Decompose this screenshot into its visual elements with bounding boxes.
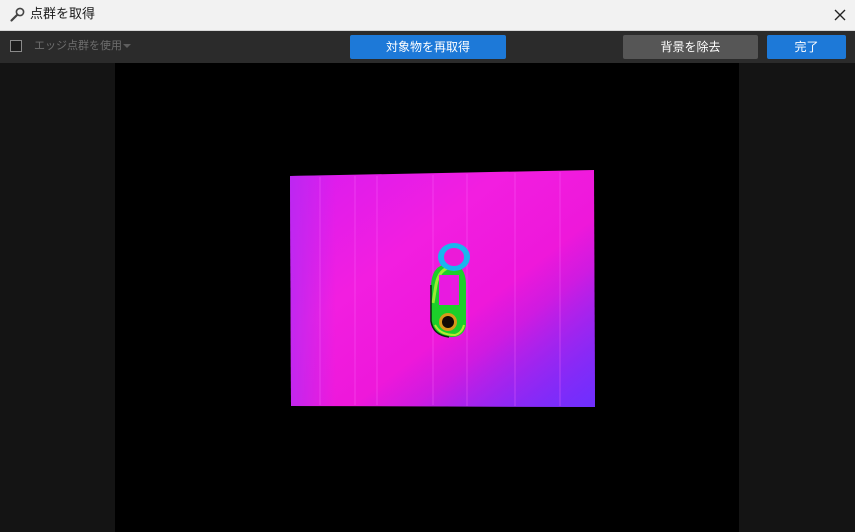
- title-bar: 点群を取得: [0, 0, 855, 31]
- point-cloud-image: [290, 170, 595, 407]
- viewport: [0, 63, 855, 532]
- close-icon: [834, 9, 846, 21]
- toolbar: エッジ点群を使用 対象物を再取得 背景を除去 完了: [0, 31, 855, 63]
- point-cloud-canvas[interactable]: [115, 63, 739, 532]
- close-button[interactable]: [825, 0, 855, 30]
- use-edge-label: エッジ点群を使用: [34, 39, 122, 52]
- recapture-object-button[interactable]: 対象物を再取得: [350, 35, 506, 59]
- done-button[interactable]: 完了: [767, 35, 846, 59]
- window-title: 点群を取得: [30, 7, 96, 22]
- point-cloud-dialog: 点群を取得 エッジ点群を使用 対象物を再取得 背景を除去 完了: [0, 0, 855, 532]
- use-edge-checkbox[interactable]: [10, 40, 22, 52]
- wrench-icon: [10, 7, 25, 22]
- chevron-down-icon[interactable]: [122, 42, 132, 50]
- remove-background-button[interactable]: 背景を除去: [623, 35, 758, 59]
